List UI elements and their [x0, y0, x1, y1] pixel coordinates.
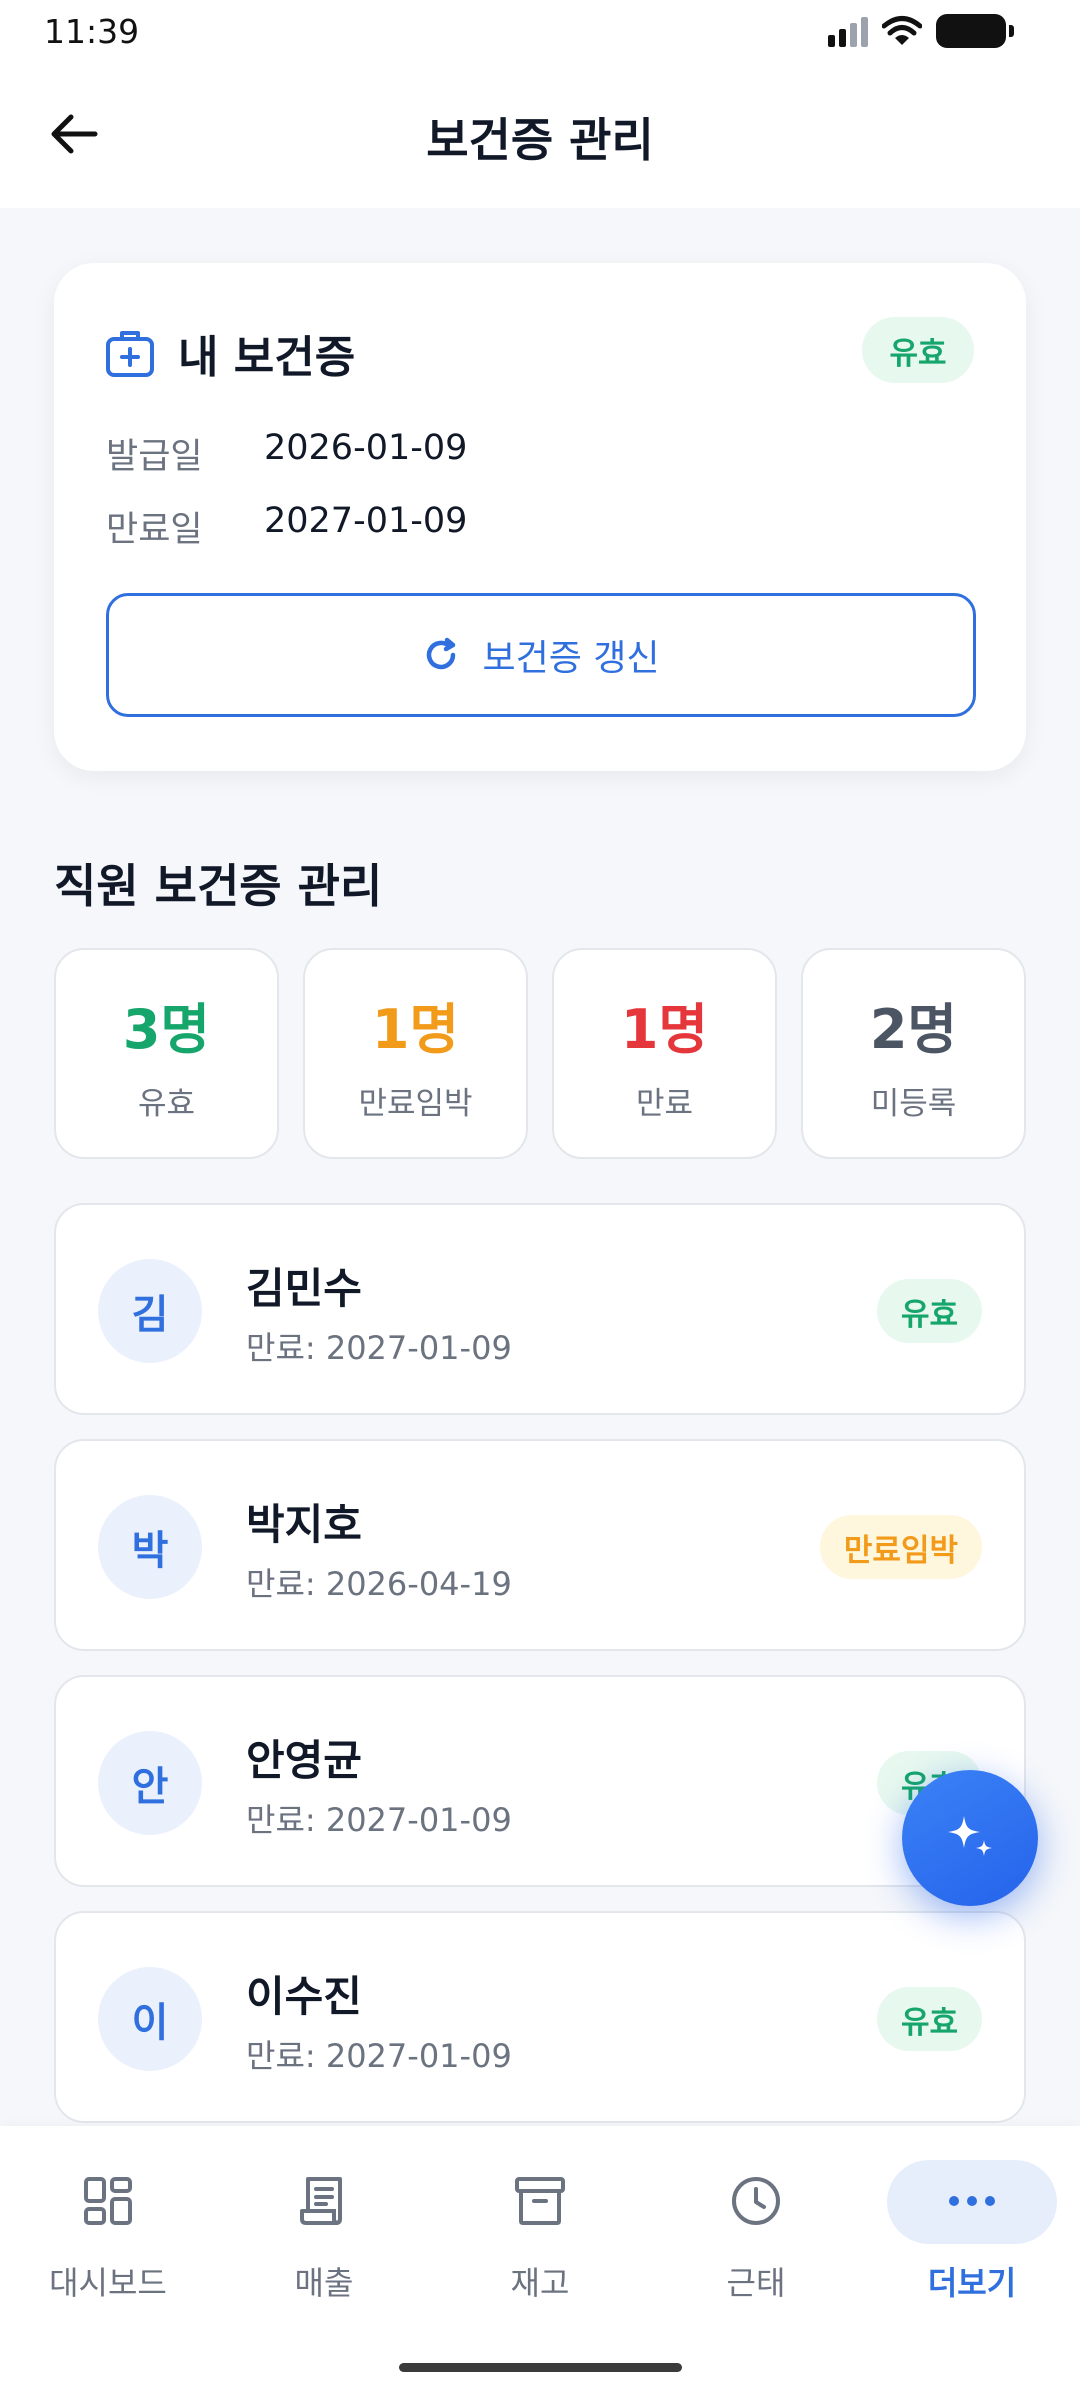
- nav-label: 근태: [726, 2264, 786, 2302]
- expire-date-label: 만료일: [106, 510, 203, 550]
- avatar: 김: [98, 1259, 202, 1363]
- stat-value: 3명: [122, 997, 211, 1061]
- nav-item-dashboard[interactable]: 대시보드: [23, 2166, 193, 2316]
- refresh-icon: [427, 637, 456, 670]
- stat-label: 유효: [137, 1085, 196, 1122]
- my-card-header: 내 보건증: [104, 321, 355, 385]
- status-badge: 유효: [876, 1279, 982, 1343]
- bottom-nav: 대시보드 매출 재고 근태 더보기: [0, 2126, 1080, 2400]
- app-header: 보건증 관리: [0, 60, 1080, 208]
- avatar: 이: [98, 1967, 202, 2071]
- battery-icon: [936, 14, 1014, 48]
- staff-name: 안영균: [246, 1736, 362, 1785]
- staff-expire-date: 만료: 2027-01-09: [246, 2037, 512, 2075]
- stat-value: 2명: [869, 997, 958, 1061]
- staff-name: 이수진: [246, 1972, 362, 2021]
- renew-certificate-button[interactable]: 보건증 갱신: [106, 593, 976, 717]
- expire-date-row: 만료일 2027-01-09: [106, 501, 467, 552]
- page-title: 보건증 관리: [426, 113, 654, 167]
- status-badge: 유효: [876, 1987, 982, 2051]
- stat-expiring-soon[interactable]: 1명 만료임박: [303, 948, 528, 1159]
- clock-icon: [716, 2166, 796, 2236]
- issue-date-label: 발급일: [106, 437, 203, 477]
- list-item[interactable]: 박 박지호 만료: 2026-04-19 만료임박: [54, 1439, 1026, 1651]
- staff-name: 박지호: [246, 1500, 362, 1549]
- staff-expire-date: 만료: 2027-01-09: [246, 1329, 512, 1367]
- staff-expire-date: 만료: 2027-01-09: [246, 1801, 512, 1839]
- more-dots-icon: [932, 2166, 1012, 2236]
- stat-label: 만료임박: [358, 1085, 473, 1122]
- list-item[interactable]: 안 안영균 만료: 2027-01-09 유효: [54, 1675, 1026, 1887]
- stat-label: 만료: [635, 1085, 694, 1122]
- stat-value: 1명: [620, 997, 709, 1061]
- wifi-icon: [882, 16, 922, 45]
- ai-assistant-fab[interactable]: [902, 1770, 1038, 1906]
- dashboard-icon: [68, 2166, 148, 2236]
- nav-label: 대시보드: [49, 2264, 167, 2302]
- nav-label: 더보기: [927, 2264, 1017, 2302]
- status-bar: 11:39: [0, 0, 1080, 60]
- stat-expired[interactable]: 1명 만료: [552, 948, 777, 1159]
- renew-button-label: 보건증 갱신: [482, 638, 660, 679]
- nav-label: 매출: [294, 2264, 354, 2302]
- list-item[interactable]: 이 이수진 만료: 2027-01-09 유효: [54, 1911, 1026, 2123]
- nav-label: 재고: [510, 2264, 570, 2302]
- home-indicator: [399, 2363, 682, 2372]
- nav-item-more[interactable]: 더보기: [887, 2166, 1057, 2316]
- nav-item-inventory[interactable]: 재고: [455, 2166, 625, 2316]
- avatar: 박: [98, 1495, 202, 1599]
- signal-icon: [828, 15, 868, 47]
- list-item[interactable]: 김 김민수 만료: 2027-01-09 유효: [54, 1203, 1026, 1415]
- inventory-box-icon: [500, 2166, 580, 2236]
- issue-date-row: 발급일 2026-01-09: [106, 428, 467, 479]
- staff-name: 김민수: [246, 1264, 362, 1313]
- status-badge: 만료임박: [819, 1515, 982, 1579]
- staff-list: 김 김민수 만료: 2027-01-09 유효 박 박지호 만료: 2026-0…: [54, 1203, 1026, 2147]
- medical-kit-icon: [106, 331, 154, 377]
- stat-label: 미등록: [870, 1085, 957, 1122]
- nav-item-attendance[interactable]: 근태: [671, 2166, 841, 2316]
- nav-item-sales[interactable]: 매출: [239, 2166, 409, 2316]
- stat-value: 1명: [371, 997, 460, 1061]
- staff-expire-date: 만료: 2026-04-19: [246, 1565, 512, 1603]
- sparkle-icon: [948, 1816, 992, 1856]
- staff-stats: 3명 유효 1명 만료임박 1명 만료 2명 미등록: [54, 948, 1026, 1159]
- stat-unregistered[interactable]: 2명 미등록: [801, 948, 1026, 1159]
- my-card-title: 내 보건증: [178, 332, 356, 383]
- receipt-icon: [284, 2166, 364, 2236]
- expire-date-value: 2027-01-09: [264, 501, 468, 541]
- issue-date-value: 2026-01-09: [264, 428, 468, 468]
- stat-valid[interactable]: 3명 유효: [54, 948, 279, 1159]
- my-certificate-card: 내 보건증 유효 발급일 2026-01-09 만료일 2027-01-09 보…: [54, 263, 1026, 771]
- status-time: 11:39: [44, 12, 140, 51]
- status-badge: 유효: [862, 317, 974, 383]
- avatar: 안: [98, 1731, 202, 1835]
- status-icons: [828, 14, 1014, 48]
- staff-section-title: 직원 보건증 관리: [54, 859, 383, 913]
